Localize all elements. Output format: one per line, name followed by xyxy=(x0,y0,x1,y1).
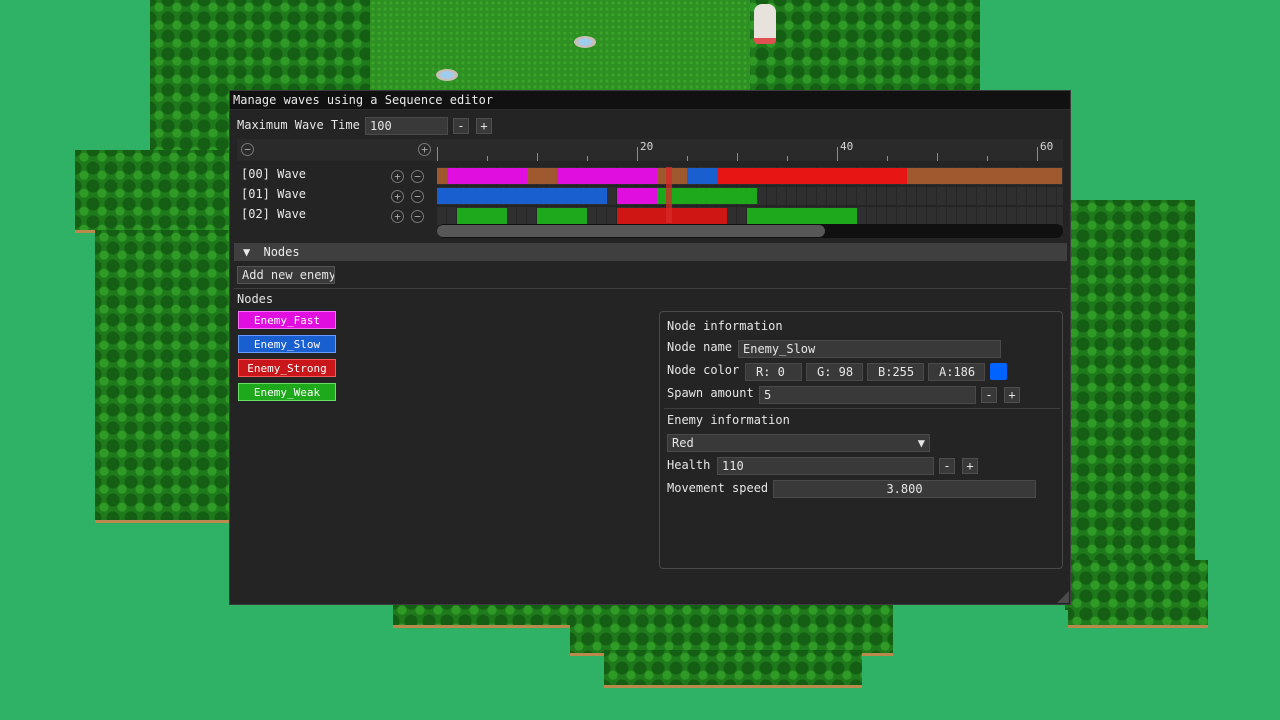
wave-track[interactable] xyxy=(437,167,1063,185)
resize-grip-icon[interactable] xyxy=(1057,591,1069,603)
color-r-field[interactable]: R: 0 xyxy=(745,363,802,381)
spawn-decrement-button[interactable]: - xyxy=(981,387,997,403)
ruler-tick xyxy=(987,156,988,161)
wave-bar[interactable] xyxy=(717,168,907,184)
forest-bottom-center xyxy=(570,603,893,656)
color-b-field[interactable]: B:255 xyxy=(867,363,924,381)
max-wave-time-input[interactable]: 100 xyxy=(365,117,448,135)
nodes-section-title: Nodes xyxy=(263,245,300,259)
nodes-list-label: Nodes xyxy=(237,292,274,306)
enemy-type-value: Red xyxy=(672,436,694,450)
ruler-tick xyxy=(537,153,538,161)
ruler-label-40: 40 xyxy=(840,140,854,153)
well-icon xyxy=(574,36,596,48)
max-wave-decrement-button[interactable]: - xyxy=(453,118,469,134)
wave-row-label[interactable]: [00] Wave xyxy=(241,167,306,181)
triangle-down-icon: ▼ xyxy=(243,245,251,259)
color-g-field[interactable]: G: 98 xyxy=(806,363,863,381)
tower-icon xyxy=(754,4,776,44)
divider xyxy=(664,408,1060,409)
max-wave-time-label: Maximum Wave Time xyxy=(237,118,360,132)
node-info-header: Node information xyxy=(667,319,783,333)
wave-add-icon[interactable]: + xyxy=(391,190,404,203)
health-input[interactable]: 110 xyxy=(717,457,934,475)
enemy-info-header: Enemy information xyxy=(667,413,790,427)
spawn-amount-input[interactable]: 5 xyxy=(759,386,976,404)
collapse-all-icon[interactable]: − xyxy=(241,143,254,156)
wave-track[interactable] xyxy=(437,207,1063,225)
timeline-playhead[interactable] xyxy=(666,167,672,223)
forest-right xyxy=(1065,200,1195,610)
wave-remove-icon[interactable]: − xyxy=(411,190,424,203)
forest-left-lower xyxy=(95,230,235,523)
ruler-label-60: 60 xyxy=(1040,140,1054,153)
forest-bottom-right xyxy=(1068,560,1208,628)
add-new-enemy-button[interactable]: Add new enemy xyxy=(237,266,335,284)
ruler-tick xyxy=(737,153,738,161)
ruler-tick xyxy=(787,156,788,161)
spawn-amount-label: Spawn amount xyxy=(667,386,754,400)
movement-speed-label: Movement speed xyxy=(667,481,769,495)
ruler-tick xyxy=(637,147,638,161)
wave-bar[interactable] xyxy=(687,168,717,184)
wave-bar[interactable] xyxy=(437,188,607,204)
health-decrement-button[interactable]: - xyxy=(939,458,955,474)
forest-left xyxy=(75,150,235,233)
well-icon xyxy=(436,69,458,81)
wave-bar[interactable] xyxy=(537,208,587,224)
wave-add-icon[interactable]: + xyxy=(391,170,404,183)
dropdown-arrow-icon: ▼ xyxy=(917,436,925,450)
wave-bar[interactable] xyxy=(557,168,657,184)
ruler-tick xyxy=(887,156,888,161)
node-name-input[interactable]: Enemy_Slow xyxy=(738,340,1001,358)
node-enemy-strong[interactable]: Enemy_Strong xyxy=(238,359,336,377)
timeline-header: − + 20 40 60 xyxy=(237,139,1063,161)
wave-bar[interactable] xyxy=(447,168,527,184)
wave-bar[interactable] xyxy=(747,208,857,224)
meadow-clearing xyxy=(370,0,750,92)
nodes-section-header[interactable]: ▼ Nodes xyxy=(234,243,1067,261)
node-enemy-weak[interactable]: Enemy_Weak xyxy=(238,383,336,401)
node-color-label: Node color xyxy=(667,363,740,377)
window-title[interactable]: Manage waves using a Sequence editor xyxy=(230,91,1070,110)
wave-bar[interactable] xyxy=(617,208,727,224)
max-wave-increment-button[interactable]: + xyxy=(476,118,492,134)
wave-bar[interactable] xyxy=(457,208,507,224)
wave-remove-icon[interactable]: − xyxy=(411,210,424,223)
timeline-scrollbar[interactable] xyxy=(437,224,1063,238)
timeline-scrollbar-thumb[interactable] xyxy=(437,225,825,237)
health-label: Health xyxy=(667,458,711,472)
ruler-tick xyxy=(687,156,688,161)
movement-speed-slider[interactable]: 3.800 xyxy=(773,480,1036,498)
node-info-panel: Node information Node name Enemy_Slow No… xyxy=(659,311,1063,569)
wave-bar[interactable] xyxy=(657,188,757,204)
wave-row-label[interactable]: [01] Wave xyxy=(241,187,306,201)
ruler-tick xyxy=(837,147,838,161)
ruler-tick xyxy=(437,147,438,161)
color-swatch[interactable] xyxy=(990,363,1007,380)
ruler-tick xyxy=(1037,147,1038,161)
wave-row-label[interactable]: [02] Wave xyxy=(241,207,306,221)
node-enemy-slow[interactable]: Enemy_Slow xyxy=(238,335,336,353)
forest-bottom-tip xyxy=(604,650,862,688)
add-wave-icon[interactable]: + xyxy=(418,143,431,156)
ruler-tick xyxy=(937,153,938,161)
sequence-editor-window: Manage waves using a Sequence editor Max… xyxy=(229,90,1071,605)
ruler-tick xyxy=(587,156,588,161)
wave-remove-icon[interactable]: − xyxy=(411,170,424,183)
divider xyxy=(234,288,1067,289)
wave-track[interactable] xyxy=(437,187,1063,205)
color-a-field[interactable]: A:186 xyxy=(928,363,985,381)
enemy-type-select[interactable]: Red ▼ xyxy=(667,434,930,452)
node-name-label: Node name xyxy=(667,340,733,354)
node-enemy-fast[interactable]: Enemy_Fast xyxy=(238,311,336,329)
wave-bar[interactable] xyxy=(617,188,657,204)
timeline-ruler[interactable]: 20 40 60 xyxy=(437,139,1063,161)
ruler-label-20: 20 xyxy=(640,140,654,153)
health-increment-button[interactable]: + xyxy=(962,458,978,474)
ruler-tick xyxy=(487,156,488,161)
spawn-increment-button[interactable]: + xyxy=(1004,387,1020,403)
wave-add-icon[interactable]: + xyxy=(391,210,404,223)
